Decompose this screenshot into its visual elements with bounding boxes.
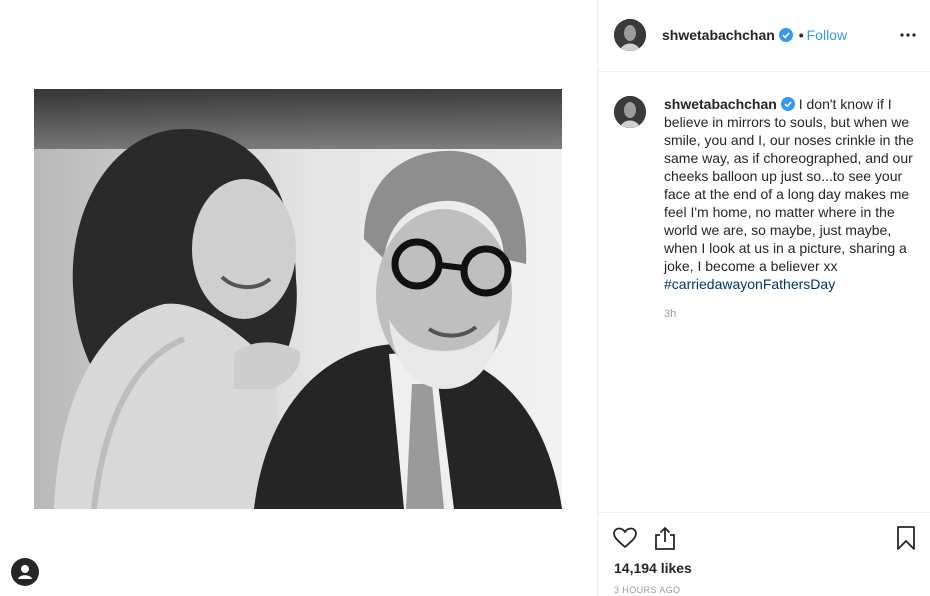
caption-text: I don't know if I believe in mirrors to … xyxy=(664,96,914,274)
verified-badge-icon xyxy=(780,97,795,111)
post-header: shwetabachchan • Follow xyxy=(598,0,930,72)
post-actions: 14,194 likes 3 HOURS AGO xyxy=(598,512,930,596)
hashtag-link[interactable]: #carriedawayonFathersDay xyxy=(664,276,835,292)
caption-relative-time: 3h xyxy=(664,308,677,320)
bookmark-icon[interactable] xyxy=(893,525,919,551)
instagram-post-page: shwetabachchan • Follow shwetabachchan I … xyxy=(0,0,930,596)
heart-icon[interactable] xyxy=(612,525,638,551)
caption-username[interactable]: shwetabachchan xyxy=(664,96,777,112)
avatar[interactable] xyxy=(614,19,646,51)
share-icon[interactable] xyxy=(652,525,678,551)
header-username-row: shwetabachchan • Follow xyxy=(662,27,847,43)
more-options-icon[interactable] xyxy=(899,26,917,44)
follow-button[interactable]: Follow xyxy=(807,27,847,43)
verified-badge-icon xyxy=(778,28,793,42)
post-media-area xyxy=(0,0,597,596)
post-side-panel: shwetabachchan • Follow shwetabachchan I … xyxy=(597,0,930,596)
user-profile-icon[interactable] xyxy=(11,558,39,586)
follow-separator: • xyxy=(798,27,804,43)
post-timestamp[interactable]: 3 HOURS AGO xyxy=(614,585,680,595)
likes-count[interactable]: 14,194 likes xyxy=(614,560,692,576)
username-link[interactable]: shwetabachchan xyxy=(662,27,775,43)
post-photo[interactable] xyxy=(34,89,562,509)
photo-image xyxy=(34,89,562,509)
caption-avatar[interactable] xyxy=(614,96,646,128)
post-caption: shwetabachchan I don't know if I believe… xyxy=(664,95,914,293)
